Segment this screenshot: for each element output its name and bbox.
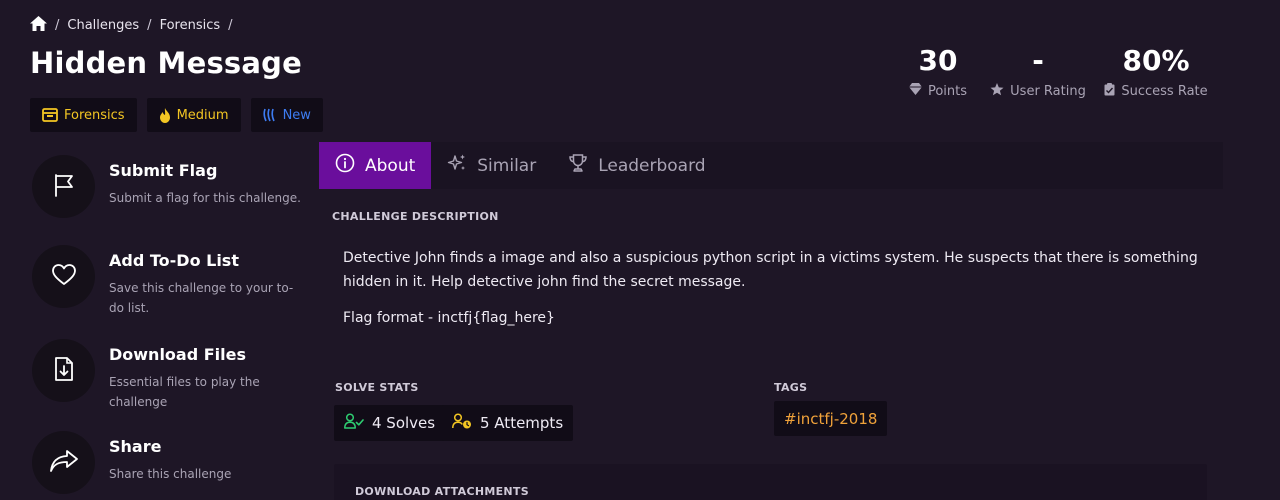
waves-icon [262, 108, 277, 122]
share-action[interactable]: Share Share this challenge [32, 431, 302, 494]
tab-about[interactable]: About [319, 142, 432, 189]
share-icon [49, 449, 79, 477]
download-files-subtitle: Essential files to play the challenge [109, 375, 260, 409]
tab-leaderboard-label: Leaderboard [598, 155, 706, 176]
challenge-description: Detective John finds a image and also a … [343, 250, 1198, 290]
submit-flag-subtitle: Submit a flag for this challenge. [109, 191, 301, 205]
tab-similar-label: Similar [477, 155, 537, 176]
rating-value: - [1032, 44, 1044, 77]
submit-flag-action[interactable]: Submit Flag Submit a flag for this chall… [32, 155, 302, 218]
download-files-circle [32, 339, 95, 402]
download-files-title: Download Files [109, 345, 247, 364]
heart-icon [51, 263, 77, 291]
solves-count-pill: 4 Solves [334, 405, 446, 441]
submit-flag-circle [32, 155, 95, 218]
success-stat: 80% Success Rate [1104, 44, 1208, 100]
breadcrumb-challenges[interactable]: Challenges [67, 18, 139, 33]
category-badge[interactable]: Forensics [30, 98, 137, 132]
difficulty-badge: Medium [146, 98, 241, 132]
tab-leaderboard[interactable]: Leaderboard [552, 142, 721, 189]
star-icon [990, 83, 1004, 100]
download-attachments-panel: DOWNLOAD ATTACHMENTS [334, 464, 1207, 500]
solve-stats-heading: SOLVE STATS [335, 381, 419, 394]
status-badge: New [250, 98, 323, 132]
attempts-count-pill: 5 Attempts [442, 405, 574, 441]
submit-flag-title: Submit Flag [109, 161, 218, 180]
sparkles-icon [447, 153, 467, 178]
tab-about-label: About [365, 155, 416, 176]
difficulty-badge-label: Medium [176, 107, 229, 123]
category-badge-label: Forensics [64, 107, 125, 123]
breadcrumb-separator: / [55, 18, 60, 33]
share-circle [32, 431, 95, 494]
tab-similar[interactable]: Similar [431, 142, 552, 189]
add-todo-subtitle: Save this challenge to your to-do list. [109, 281, 294, 315]
tags-heading: TAGS [774, 381, 808, 394]
badge-row: Forensics Medium New [30, 98, 323, 132]
rating-stat: - User Rating [990, 44, 1086, 100]
challenge-page: / Challenges / Forensics / Hidden Messag… [0, 0, 1280, 500]
points-value: 30 [918, 44, 958, 77]
add-todo-title: Add To-Do List [109, 251, 239, 270]
status-badge-label: New [282, 107, 311, 123]
download-files-action[interactable]: Download Files Essential files to play t… [32, 339, 302, 412]
add-todo-action[interactable]: Add To-Do List Save this challenge to yo… [32, 245, 302, 318]
diamond-icon [908, 83, 922, 99]
page-title: Hidden Message [30, 46, 302, 80]
share-title: Share [109, 437, 162, 456]
user-check-icon [344, 413, 364, 433]
file-download-icon [53, 356, 75, 386]
breadcrumb: / Challenges / Forensics / [30, 16, 233, 35]
download-attachments-heading: DOWNLOAD ATTACHMENTS [355, 485, 529, 498]
add-todo-circle [32, 245, 95, 308]
breadcrumb-separator: / [228, 18, 233, 33]
flag-icon [51, 172, 77, 202]
archive-icon [42, 108, 58, 122]
clipboard-check-icon [1104, 83, 1115, 100]
breadcrumb-separator: / [147, 18, 152, 33]
breadcrumb-forensics[interactable]: Forensics [160, 18, 221, 33]
tag-chip[interactable]: #inctfj-2018 [774, 401, 888, 436]
tab-bar: About Similar Leaderboard [319, 142, 1223, 189]
points-label: Points [927, 83, 968, 99]
solves-count: 4 Solves [372, 414, 436, 432]
rating-label: User Rating [1010, 84, 1086, 99]
challenge-description-heading: CHALLENGE DESCRIPTION [332, 210, 499, 223]
user-clock-icon [452, 413, 472, 433]
home-icon[interactable] [30, 16, 47, 35]
points-stat: 30 Points [898, 44, 978, 99]
trophy-icon [568, 153, 588, 178]
flame-icon [159, 107, 171, 123]
share-subtitle: Share this challenge [109, 467, 232, 481]
info-icon [335, 153, 355, 178]
attempts-count: 5 Attempts [480, 414, 564, 432]
success-value: 80% [1122, 44, 1190, 77]
flag-format-text: Flag format - inctfj{flag_here} [343, 310, 555, 326]
success-label: Success Rate [1121, 84, 1208, 99]
